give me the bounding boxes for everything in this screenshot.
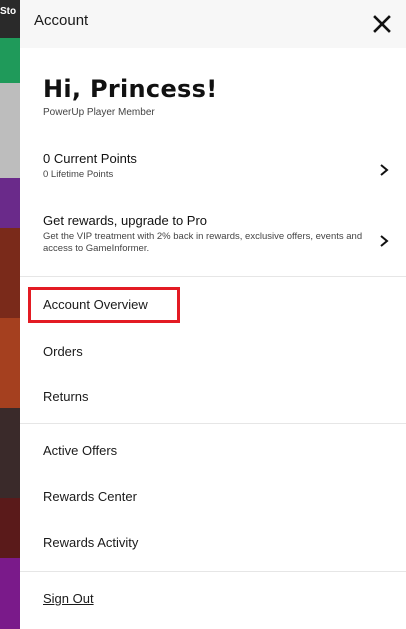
menu-item-returns[interactable]: Returns [20,381,406,413]
background-green-strip [0,38,20,83]
membership-label: PowerUp Player Member [43,107,155,118]
greeting-heading: Hi, Princess! [43,75,218,103]
chevron-right-icon [380,235,389,247]
lifetime-points: 0 Lifetime Points [43,169,114,180]
menu-label-rewards-center: Rewards Center [43,489,137,504]
background-partial-text: Sto [0,6,17,17]
drawer-header: Account [20,0,406,48]
close-button[interactable] [368,10,396,38]
menu-label-orders: Orders [43,344,83,359]
background-gray-strip [0,83,20,178]
current-points: 0 Current Points [43,151,137,166]
divider [20,571,406,572]
background-art-strip-4 [0,498,20,558]
menu-item-rewards-activity[interactable]: Rewards Activity [20,527,406,559]
chevron-right-icon [380,164,389,176]
upgrade-title: Get rewards, upgrade to Pro [43,213,208,228]
upgrade-description: Get the VIP treatment with 2% back in re… [43,231,363,254]
upgrade-pro-row[interactable]: Get rewards, upgrade to Pro Get the VIP … [20,205,406,265]
divider [20,423,406,424]
background-art-strip-1 [0,228,20,318]
menu-label-rewards-activity: Rewards Activity [43,535,139,550]
background-art-strip-3 [0,408,20,498]
menu-item-active-offers[interactable]: Active Offers [20,435,406,467]
drawer-title: Account [34,12,89,29]
account-drawer: Account Hi, Princess! PowerUp Player Mem… [20,0,406,629]
sign-out-link[interactable]: Sign Out [20,583,406,615]
background-purple-strip [0,178,20,228]
menu-item-rewards-center[interactable]: Rewards Center [20,481,406,513]
menu-label-account-overview: Account Overview [43,297,148,312]
background-page-edge: Sto [0,0,20,629]
menu-label-returns: Returns [43,389,89,404]
divider [20,276,406,277]
menu-label-active-offers: Active Offers [43,443,118,458]
background-art-strip-2 [0,318,20,408]
points-row[interactable]: 0 Current Points 0 Lifetime Points [20,145,406,190]
menu-item-account-overview[interactable]: Account Overview [20,289,406,321]
background-purple-strip-bottom [0,558,20,629]
sign-out-label: Sign Out [43,591,94,606]
close-icon [373,15,391,33]
menu-item-orders[interactable]: Orders [20,336,406,368]
